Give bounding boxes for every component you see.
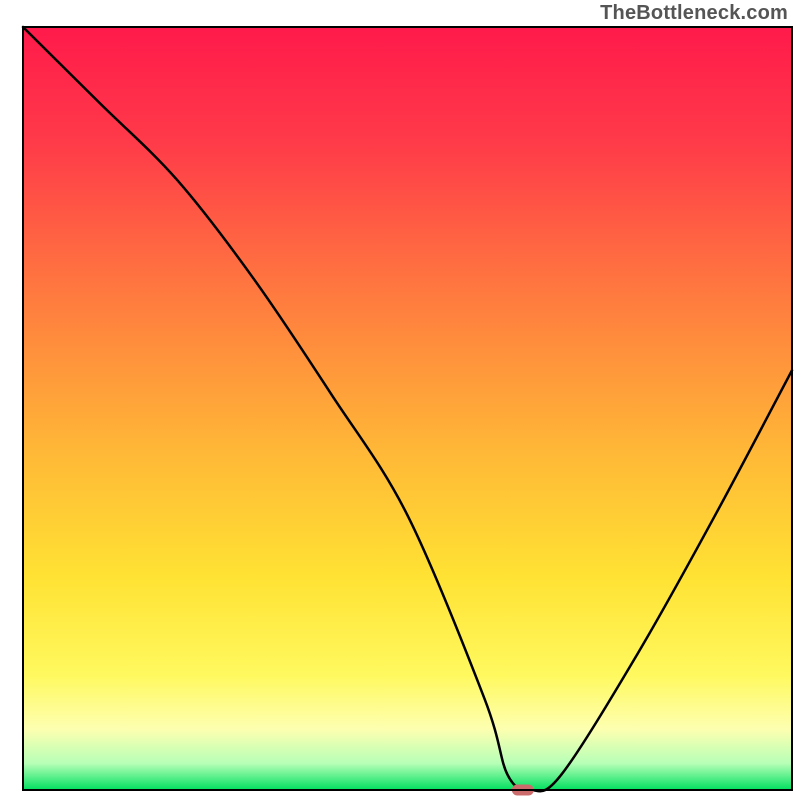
chart-stage: TheBottleneck.com	[0, 0, 800, 800]
bottleneck-plot	[0, 0, 800, 800]
